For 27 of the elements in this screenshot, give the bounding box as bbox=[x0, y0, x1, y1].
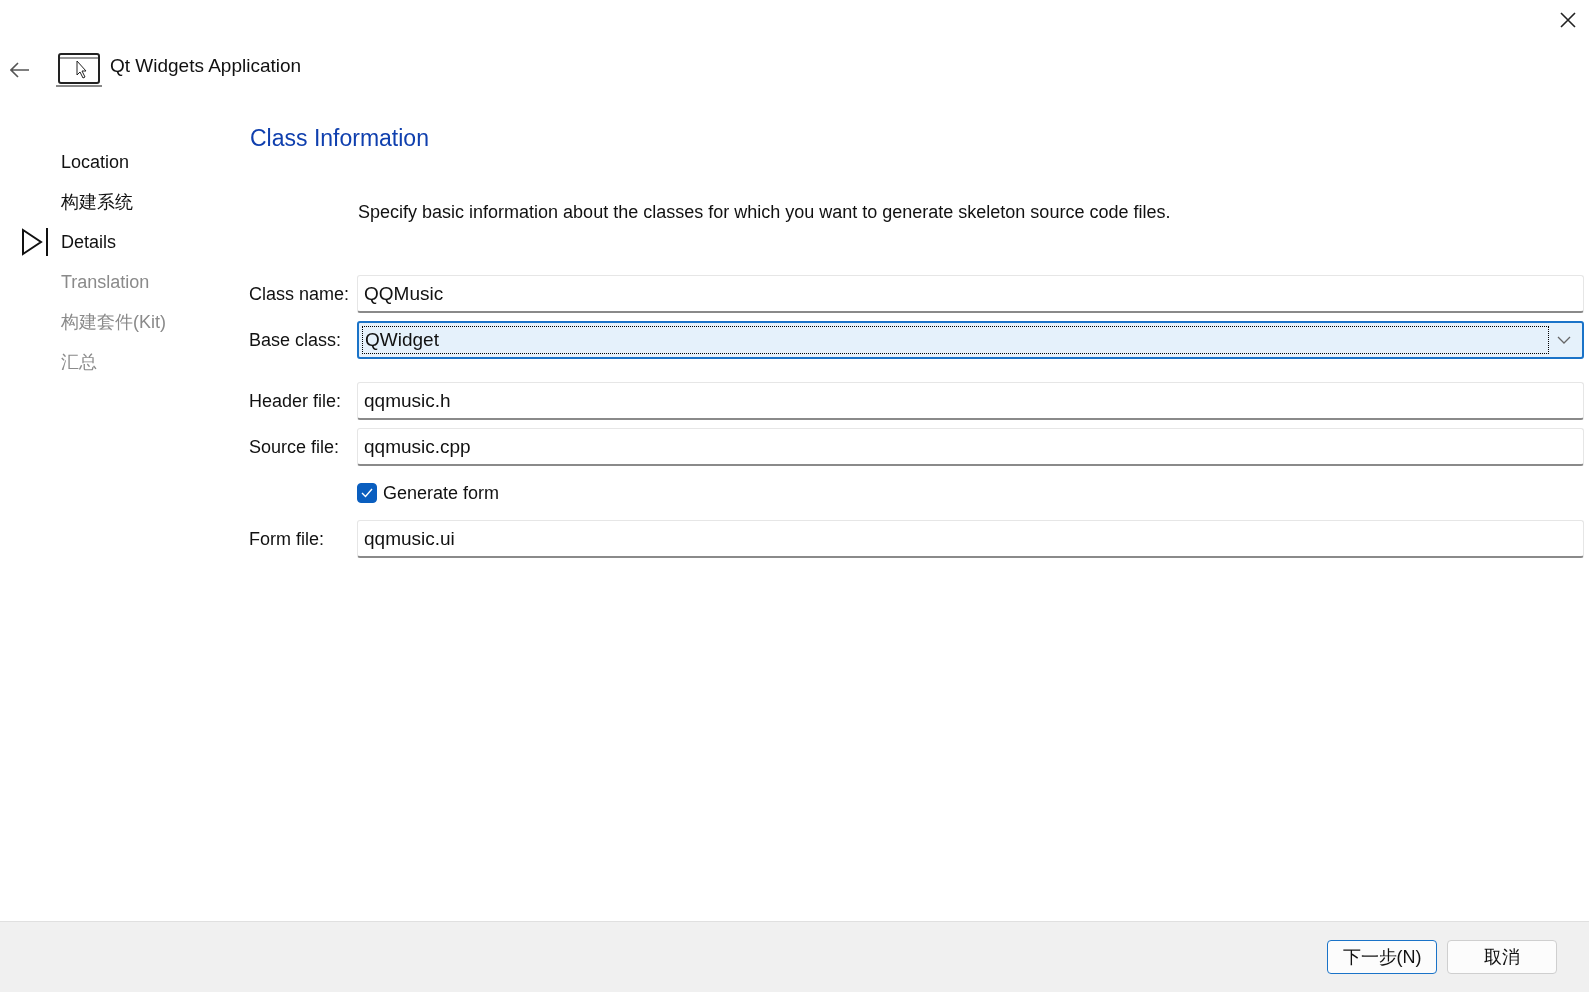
window-cursor-icon bbox=[56, 52, 104, 88]
field-label: Class name: bbox=[249, 283, 351, 305]
base-class-dropdown[interactable]: QWidget bbox=[357, 321, 1584, 359]
text-field[interactable]: qqmusic.cpp bbox=[357, 428, 1584, 466]
checkmark-icon bbox=[361, 488, 373, 498]
close-button[interactable] bbox=[1559, 11, 1577, 29]
wizard-step: 构建套件(Kit) bbox=[61, 310, 166, 334]
wizard-step: 汇总 bbox=[61, 350, 97, 374]
page-title: Class Information bbox=[250, 125, 430, 152]
field-label: Form file: bbox=[249, 528, 325, 550]
text-field[interactable]: qqmusic.ui bbox=[357, 520, 1584, 558]
wizard-step: 构建系统 bbox=[61, 190, 133, 214]
text-field[interactable]: qqmusic.h bbox=[357, 382, 1584, 420]
wizard-step: Translation bbox=[61, 271, 150, 293]
field-label: Header file: bbox=[249, 390, 343, 412]
field-label: Source file: bbox=[249, 436, 341, 458]
checkbox-label: Generate form bbox=[383, 482, 500, 504]
text-field[interactable]: QQMusic bbox=[357, 275, 1584, 313]
page-description: Specify basic information about the classes for which you want to generate skeleton source code files. bbox=[358, 202, 1172, 223]
wizard-step: Location bbox=[61, 151, 130, 173]
dialog-button[interactable]: 取消 bbox=[1447, 940, 1557, 974]
back-button[interactable] bbox=[10, 62, 30, 78]
window-title: Qt Widgets Application bbox=[110, 55, 302, 77]
checkbox[interactable] bbox=[357, 483, 377, 503]
wizard-step: Details bbox=[61, 231, 117, 253]
dialog-button[interactable]: 下一步(N) bbox=[1327, 940, 1437, 974]
field-label: Base class: bbox=[249, 329, 343, 351]
